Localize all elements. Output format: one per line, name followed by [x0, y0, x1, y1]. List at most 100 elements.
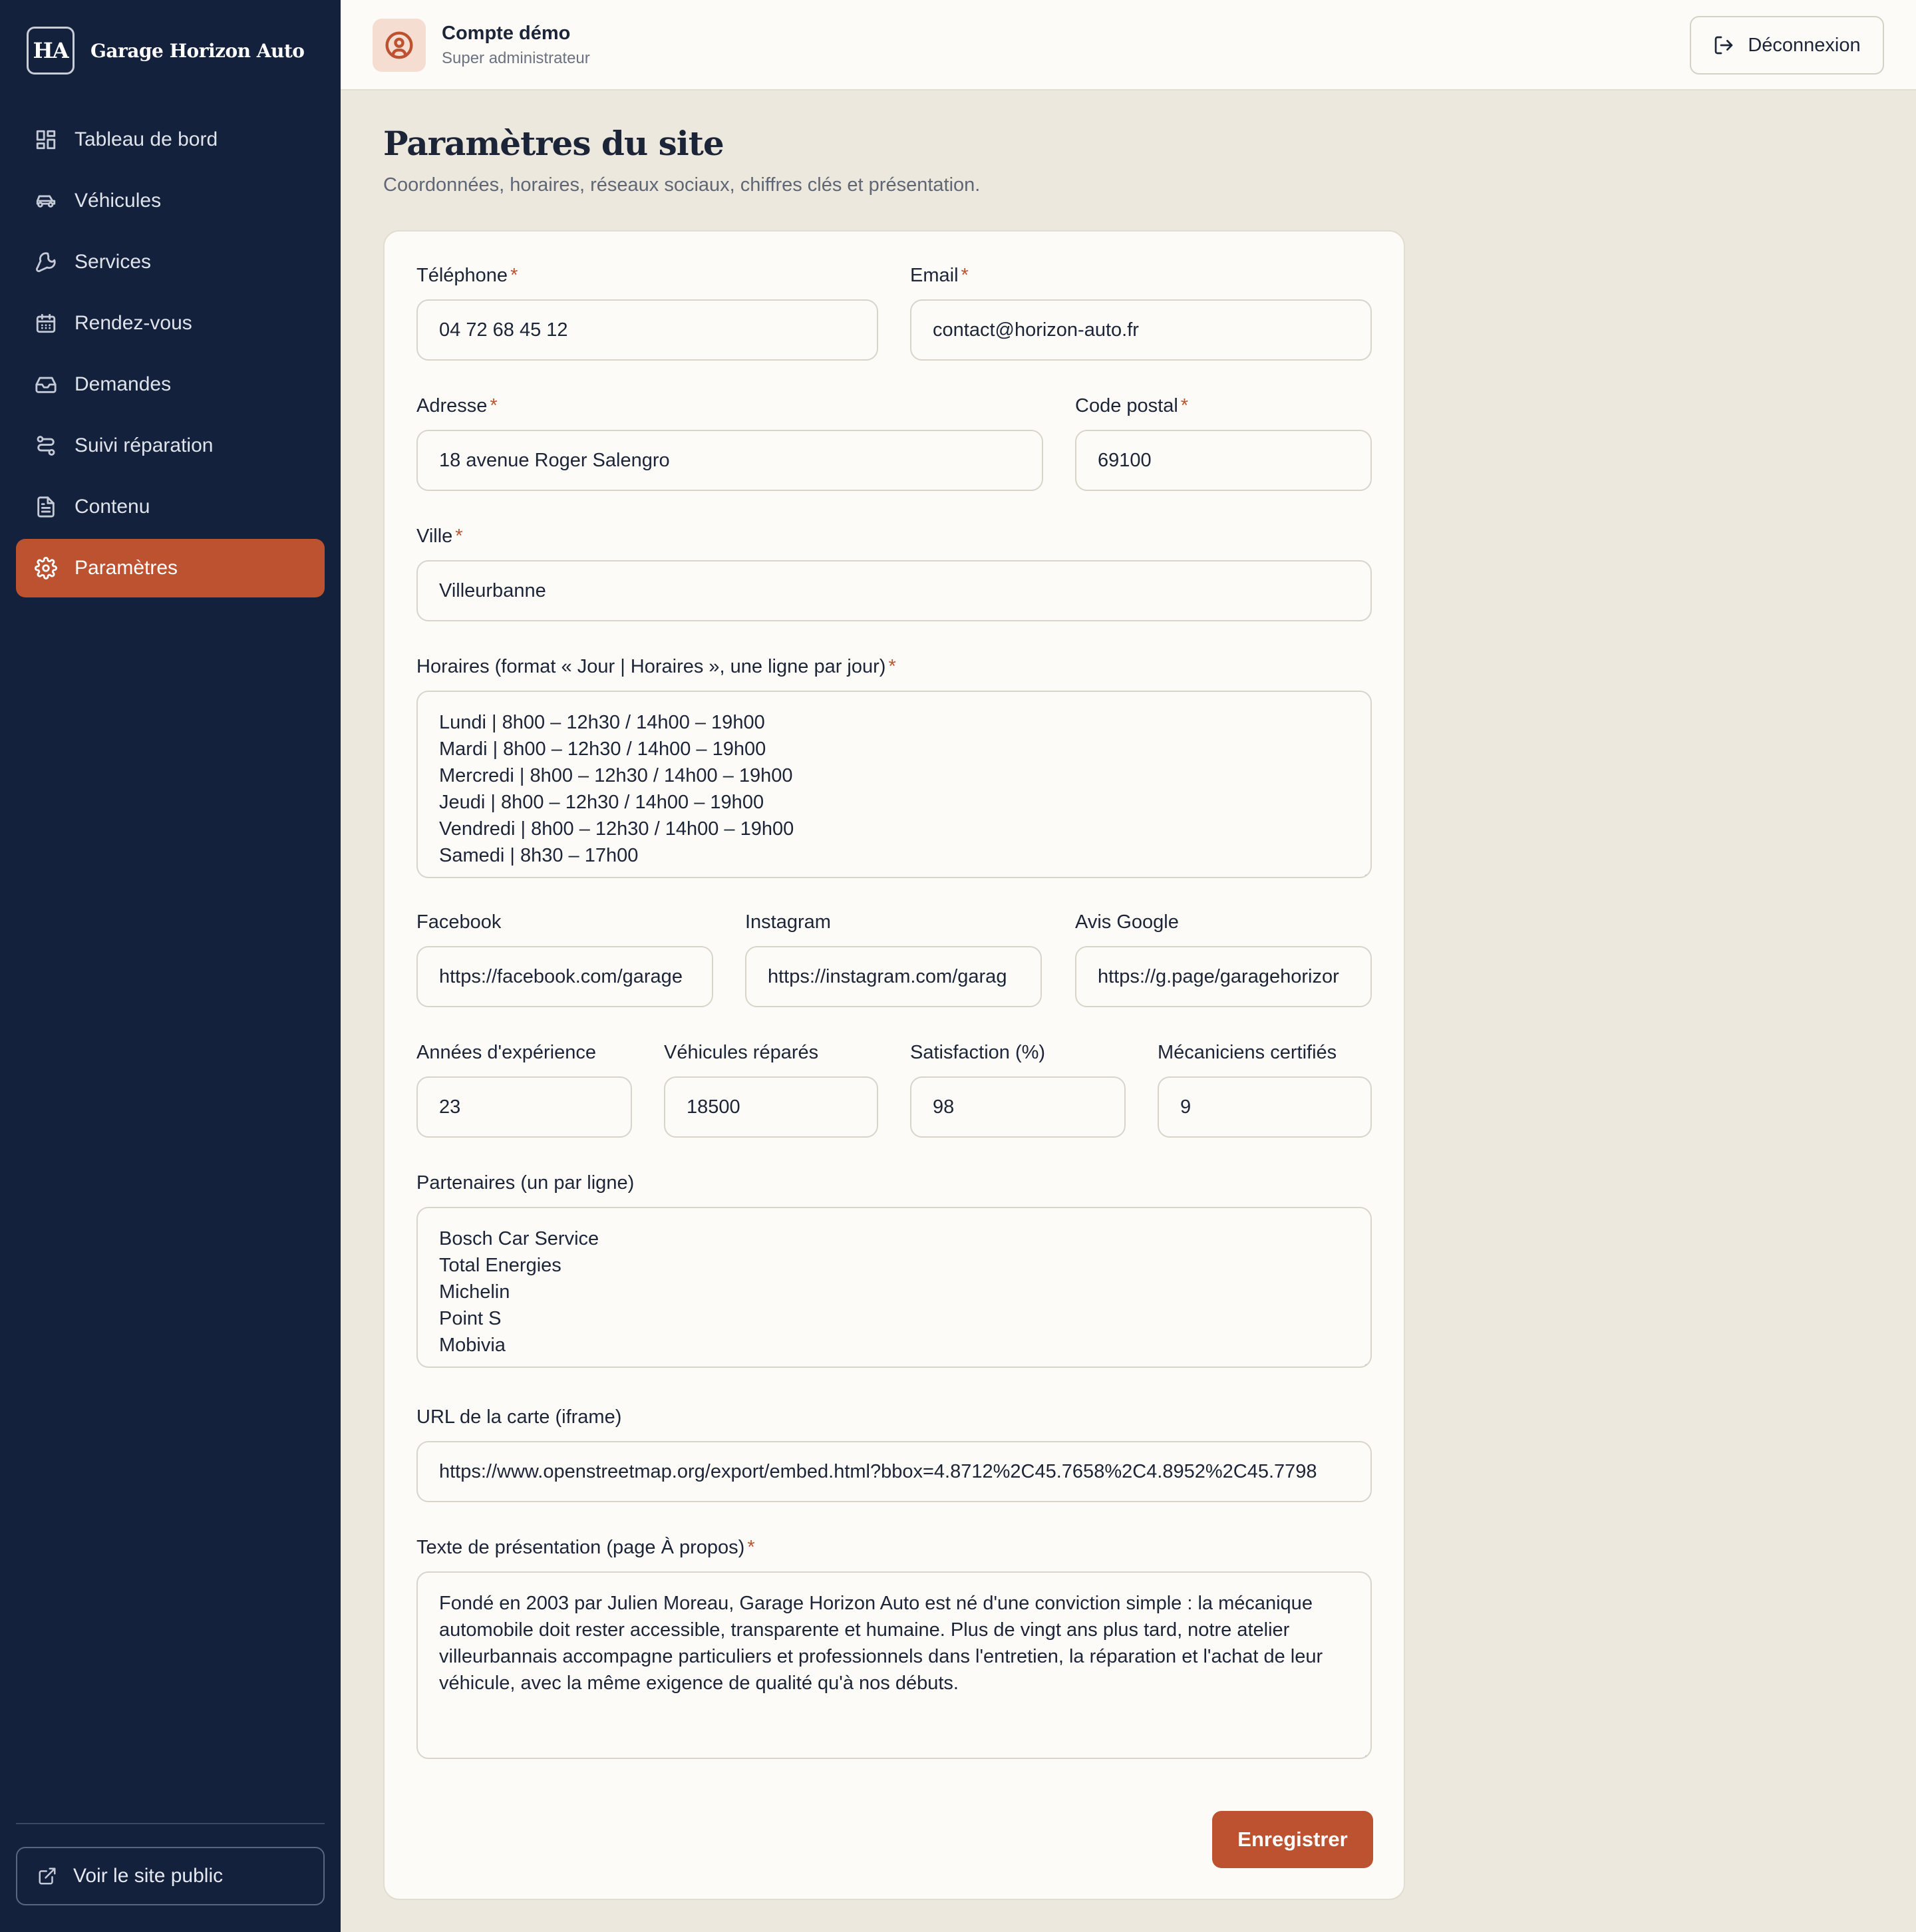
- sidebar-item-label: Rendez-vous: [75, 312, 192, 334]
- certified-mechanics-input[interactable]: 9: [1158, 1076, 1372, 1138]
- city-input[interactable]: Villeurbanne: [416, 560, 1372, 621]
- partner-line: Total Energies: [439, 1255, 561, 1276]
- wrench-icon: [35, 252, 56, 273]
- satisfaction-field: Satisfaction (%) 98: [910, 1039, 1126, 1139]
- partners-field: Partenaires (un par ligne) Bosch Car Ser…: [416, 1170, 1372, 1376]
- about-text: Fondé en 2003 par Julien Moreau, Garage …: [439, 1593, 1323, 1694]
- about-field: Texte de présentation (page À propos) * F…: [416, 1534, 1372, 1760]
- sidebar-item-repair-tracking[interactable]: Suivi réparation: [16, 416, 325, 475]
- sidebar-item-label: Suivi réparation: [75, 434, 214, 456]
- email-field: Email * contact@horizon-auto.fr: [910, 262, 1372, 362]
- partners-label: Partenaires (un par ligne): [416, 1172, 635, 1194]
- user-circle-icon: [385, 31, 413, 59]
- page-title: Paramètres du site: [383, 124, 724, 163]
- certified-mechanics-field: Mécaniciens certifiés 9: [1158, 1039, 1372, 1139]
- sidebar-nav: Tableau de bord Véhicules Services Rende…: [16, 110, 325, 600]
- about-label: Texte de présentation (page À propos) *: [416, 1537, 755, 1558]
- view-public-site-link[interactable]: Voir le site public: [16, 1847, 325, 1905]
- hours-label: Horaires (format « Jour | Horaires », un…: [416, 656, 896, 677]
- partner-line: Mobivia: [439, 1335, 506, 1356]
- external-link-icon: [39, 1867, 56, 1885]
- vehicles-repaired-input[interactable]: 18500: [664, 1076, 878, 1138]
- google-reviews-input[interactable]: https://g.page/garagehorizor: [1075, 946, 1372, 1007]
- address-label: Adresse *: [416, 395, 498, 416]
- user-role: Super administrateur: [442, 49, 590, 67]
- email-label: Email *: [910, 265, 969, 286]
- logout-button[interactable]: Déconnexion: [1690, 16, 1884, 75]
- resize-handle[interactable]: [1357, 1744, 1368, 1758]
- sidebar-divider: [16, 1823, 325, 1824]
- partners-textarea[interactable]: Bosch Car Service Total Energies Micheli…: [416, 1207, 1372, 1368]
- dashboard-icon: [36, 130, 56, 150]
- vehicles-repaired-field: Véhicules réparés 18500: [664, 1039, 878, 1139]
- instagram-field: Instagram https://instagram.com/garag: [745, 909, 1042, 1009]
- gear-icon: [35, 557, 57, 579]
- car-icon: [36, 195, 56, 208]
- hours-line: Lundi | 8h00 – 12h30 / 14h00 – 19h00: [439, 712, 765, 733]
- settings-form: Téléphone * 04 72 68 45 12 Email * contact…: [383, 230, 1405, 1900]
- sidebar-item-services[interactable]: Services: [16, 233, 325, 291]
- sidebar-item-label: Services: [75, 251, 152, 273]
- view-public-site-label: Voir le site public: [73, 1865, 224, 1887]
- topbar: Compte démo Super administrateur Déconne…: [341, 0, 1916, 90]
- phone-label: Téléphone *: [416, 265, 518, 286]
- map-url-field: URL de la carte (iframe) https://www.ope…: [416, 1404, 1372, 1504]
- sidebar-item-requests[interactable]: Demandes: [16, 355, 325, 414]
- user-name: Compte démo: [442, 23, 571, 44]
- city-field: Ville * Villeurbanne: [416, 523, 1372, 623]
- brand[interactable]: HA Garage Horizon Auto: [27, 27, 305, 75]
- email-input[interactable]: contact@horizon-auto.fr: [910, 299, 1372, 361]
- certified-mechanics-label: Mécaniciens certifiés: [1158, 1042, 1337, 1063]
- phone-input[interactable]: 04 72 68 45 12: [416, 299, 878, 361]
- hours-line: Jeudi | 8h00 – 12h30 / 14h00 – 19h00: [439, 792, 764, 813]
- partner-line: Bosch Car Service: [439, 1228, 599, 1249]
- route-icon: [37, 436, 55, 456]
- satisfaction-input[interactable]: 98: [910, 1076, 1126, 1138]
- hours-field: Horaires (format « Jour | Horaires », un…: [416, 653, 1372, 878]
- hours-textarea[interactable]: Lundi | 8h00 – 12h30 / 14h00 – 19h00 Mar…: [416, 691, 1372, 878]
- sidebar-item-label: Véhicules: [75, 190, 162, 212]
- page-subtitle: Coordonnées, horaires, réseaux sociaux, …: [383, 174, 981, 196]
- calendar-icon: [36, 313, 56, 333]
- logout-label: Déconnexion: [1748, 34, 1861, 56]
- facebook-input[interactable]: https://facebook.com/garage: [416, 946, 713, 1007]
- sidebar: HA Garage Horizon Auto Tableau de bord V…: [0, 0, 341, 1932]
- resize-handle[interactable]: [1357, 864, 1368, 877]
- brand-name: Garage Horizon Auto: [90, 39, 305, 62]
- postal-code-label: Code postal *: [1075, 395, 1189, 416]
- facebook-label: Facebook: [416, 911, 502, 933]
- partner-line: Michelin: [439, 1281, 510, 1303]
- sidebar-item-appointments[interactable]: Rendez-vous: [16, 294, 325, 353]
- sidebar-item-dashboard[interactable]: Tableau de bord: [16, 110, 325, 169]
- city-label: Ville *: [416, 526, 463, 547]
- years-label: Années d'expérience: [416, 1042, 596, 1063]
- hours-line: Samedi | 8h30 – 17h00: [439, 845, 639, 866]
- address-input[interactable]: 18 avenue Roger Salengro: [416, 430, 1043, 491]
- resize-handle[interactable]: [1357, 1353, 1368, 1367]
- postal-code-field: Code postal * 69100: [1075, 393, 1372, 492]
- postal-code-input[interactable]: 69100: [1075, 430, 1372, 491]
- logout-icon: [1715, 36, 1733, 55]
- map-url-input[interactable]: https://www.openstreetmap.org/export/emb…: [416, 1441, 1372, 1502]
- vehicles-repaired-label: Véhicules réparés: [664, 1042, 819, 1063]
- sidebar-item-content[interactable]: Contenu: [16, 478, 325, 536]
- phone-field: Téléphone * 04 72 68 45 12: [416, 262, 878, 362]
- save-button[interactable]: Enregistrer: [1212, 1811, 1373, 1868]
- partner-line: Point S: [439, 1308, 502, 1329]
- years-input[interactable]: 23: [416, 1076, 632, 1138]
- about-textarea[interactable]: Fondé en 2003 par Julien Moreau, Garage …: [416, 1571, 1372, 1759]
- instagram-input[interactable]: https://instagram.com/garag: [745, 946, 1042, 1007]
- avatar: [373, 19, 426, 72]
- map-url-label: URL de la carte (iframe): [416, 1406, 622, 1428]
- document-icon: [37, 496, 55, 518]
- satisfaction-label: Satisfaction (%): [910, 1042, 1046, 1063]
- sidebar-item-label: Demandes: [75, 373, 172, 395]
- sidebar-item-label: Paramètres: [75, 557, 178, 579]
- hours-line: Mardi | 8h00 – 12h30 / 14h00 – 19h00: [439, 738, 766, 760]
- sidebar-item-vehicles[interactable]: Véhicules: [16, 172, 325, 230]
- hours-line: Vendredi | 8h00 – 12h30 / 14h00 – 19h00: [439, 818, 794, 840]
- sidebar-item-label: Contenu: [75, 496, 150, 518]
- instagram-label: Instagram: [745, 911, 831, 933]
- sidebar-item-settings[interactable]: Paramètres: [16, 539, 325, 597]
- sidebar-item-label: Tableau de bord: [75, 128, 218, 150]
